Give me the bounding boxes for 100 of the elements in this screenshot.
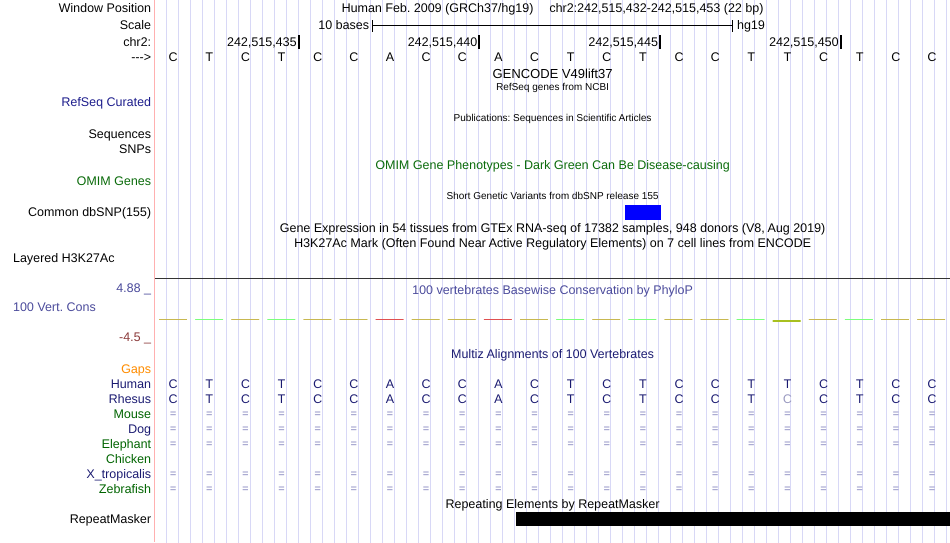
row-label[interactable]: chr2: <box>123 36 151 48</box>
gap-marker: = <box>856 469 863 480</box>
track-title: Repeating Elements by RepeatMasker <box>445 498 660 511</box>
track-title: OMIM Gene Phenotypes - Dark Green Can Be Disease-causing <box>375 159 730 172</box>
gap-marker: = <box>712 484 718 495</box>
aligned-base: T <box>856 393 864 406</box>
gap-marker: = <box>495 484 502 495</box>
gap-marker: = <box>206 469 212 480</box>
aligned-base: C <box>927 393 936 406</box>
gap-marker: = <box>170 439 176 450</box>
aligned-base: T <box>639 393 647 406</box>
base-letter: T <box>639 51 647 64</box>
base-letter: C <box>458 51 467 64</box>
base-letter: T <box>856 51 864 64</box>
gap-marker: = <box>206 439 212 450</box>
strand-arrow[interactable]: ---> <box>131 51 151 64</box>
gap-marker: = <box>676 409 682 420</box>
scale-length: 10 bases <box>318 19 369 32</box>
gap-marker: = <box>712 409 718 420</box>
track-title: H3K27Ac Mark (Often Found Near Active Regulatory Elements) on 7 cell lines from ENCODE <box>294 236 811 250</box>
gap-marker: = <box>314 424 321 435</box>
aligned-base: A <box>386 393 394 406</box>
base-letter: C <box>891 51 900 64</box>
gap-marker: = <box>856 484 863 495</box>
gap-marker: = <box>531 424 538 435</box>
aligned-base: C <box>530 393 539 406</box>
axis-max-label: 4.88 _ <box>116 282 151 294</box>
base-letter: T <box>784 51 792 64</box>
aligned-base: T <box>856 378 864 391</box>
aligned-base: C <box>782 393 792 406</box>
gap-marker: = <box>422 484 430 495</box>
track-label[interactable]: RefSeq Curated <box>61 96 151 109</box>
base-letter: C <box>313 51 322 64</box>
gap-marker: = <box>676 484 682 495</box>
aligned-base: A <box>386 378 394 391</box>
gap-marker: = <box>386 469 394 480</box>
species-label[interactable]: Elephant <box>102 438 151 451</box>
gap-marker: = <box>350 424 357 435</box>
track-label[interactable]: Sequences <box>88 128 151 140</box>
gap-marker: = <box>278 439 285 450</box>
track-label[interactable]: RepeatMasker <box>70 513 151 526</box>
aligned-base: C <box>313 393 322 406</box>
gap-marker: = <box>170 484 176 495</box>
base-letter: A <box>494 51 502 64</box>
gap-marker: = <box>278 409 285 420</box>
track-label[interactable]: 100 Vert. Cons <box>13 301 96 314</box>
base-letter: C <box>168 51 178 64</box>
track-label[interactable]: OMIM Genes <box>76 175 151 188</box>
aligned-base: C <box>240 378 250 391</box>
assembly-name: Human Feb. 2009 (GRCh37/hg19) <box>342 2 534 15</box>
gap-marker: = <box>495 409 502 420</box>
base-letter: C <box>530 51 539 64</box>
gap-marker: = <box>350 409 357 420</box>
species-label[interactable]: Dog <box>128 423 151 436</box>
gap-marker: = <box>676 469 682 480</box>
aligned-base: T <box>747 393 756 406</box>
gap-marker: = <box>820 469 827 480</box>
gap-marker: = <box>928 424 936 435</box>
gap-marker: = <box>531 469 538 480</box>
species-label[interactable]: X_tropicalis <box>86 468 151 481</box>
base-letter: T <box>566 51 574 64</box>
aligned-base: C <box>458 393 467 406</box>
coordinate-label: 242,515,445 <box>588 35 661 49</box>
gap-marker: = <box>422 424 430 435</box>
species-label[interactable]: Chicken <box>106 453 151 466</box>
row-label[interactable]: Window Position <box>58 2 151 15</box>
species-label[interactable]: Human <box>110 378 151 391</box>
track-label[interactable]: Common dbSNP(155) <box>28 206 151 218</box>
base-letter: C <box>927 51 936 64</box>
gap-marker: = <box>242 424 249 435</box>
species-label[interactable]: Zebrafish <box>98 483 151 496</box>
gap-marker: = <box>386 484 394 495</box>
species-label[interactable]: Rhesus <box>108 393 151 406</box>
row-label[interactable]: Scale <box>120 19 151 32</box>
species-label[interactable]: Mouse <box>113 408 151 421</box>
gap-marker: = <box>495 424 502 435</box>
gap-marker: = <box>567 469 574 480</box>
assembly-label: hg19 <box>737 19 765 32</box>
gap-marker: = <box>928 409 936 420</box>
track-label[interactable]: Layered H3K27Ac <box>13 252 114 264</box>
aligned-base: T <box>566 393 574 406</box>
gap-marker: = <box>458 469 466 480</box>
aligned-base: C <box>530 378 539 391</box>
gap-marker: = <box>567 424 574 435</box>
base-letter: C <box>819 51 828 64</box>
gap-marker: = <box>458 424 466 435</box>
coordinate-label: 242,515,450 <box>769 35 842 49</box>
aligned-base: C <box>927 378 936 391</box>
aligned-base: C <box>674 393 684 406</box>
gap-marker: = <box>603 424 610 435</box>
track-title: Multiz Alignments of 100 Vertebrates <box>451 348 654 361</box>
track-label[interactable]: SNPs <box>119 142 151 156</box>
gap-marker: = <box>242 439 249 450</box>
gap-marker: = <box>928 469 936 480</box>
aligned-base: T <box>205 378 214 391</box>
gap-marker: = <box>567 439 574 450</box>
gap-marker: = <box>748 484 754 495</box>
gap-marker: = <box>458 484 466 495</box>
gap-marker: = <box>567 409 574 420</box>
track-title: Short Genetic Variants from dbSNP release 155 <box>446 192 658 202</box>
